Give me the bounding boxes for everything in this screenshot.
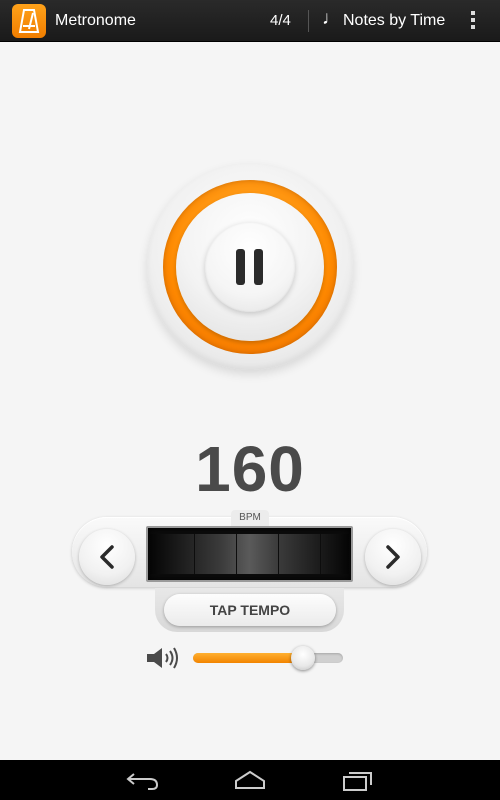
chevron-left-icon — [100, 545, 114, 569]
play-inner-ring — [176, 193, 324, 341]
volume-slider[interactable] — [193, 646, 343, 670]
quarter-note-icon: ♩ — [322, 8, 341, 29]
tap-tempo-button[interactable]: TAP TEMPO — [164, 594, 336, 626]
action-bar: Metronome 4/4 ♩ Notes by Time — [0, 0, 500, 42]
notes-by-time-button[interactable]: Notes by Time — [343, 12, 445, 30]
volume-thumb[interactable] — [290, 646, 315, 670]
action-bar-divider — [308, 10, 309, 32]
bpm-label: BPM — [231, 510, 269, 526]
decrease-tempo-button[interactable] — [79, 529, 135, 585]
volume-fill — [193, 653, 303, 663]
app-title: Metronome — [55, 12, 136, 29]
speaker-icon — [146, 646, 180, 670]
recent-apps-icon[interactable] — [338, 768, 378, 792]
pause-icon — [236, 249, 264, 285]
home-icon[interactable] — [230, 768, 270, 792]
time-signature-button[interactable]: 4/4 — [270, 12, 291, 29]
back-icon[interactable] — [124, 768, 164, 792]
pause-button[interactable] — [205, 222, 295, 312]
increase-tempo-button[interactable] — [365, 529, 421, 585]
chevron-right-icon — [386, 545, 400, 569]
bpm-value: 160 — [195, 433, 305, 505]
play-control — [147, 164, 353, 370]
playing-ring — [163, 180, 337, 354]
navigation-bar — [0, 760, 500, 800]
metronome-icon[interactable] — [12, 4, 46, 38]
more-vertical-icon[interactable] — [466, 10, 480, 32]
tempo-wheel[interactable] — [146, 526, 353, 582]
